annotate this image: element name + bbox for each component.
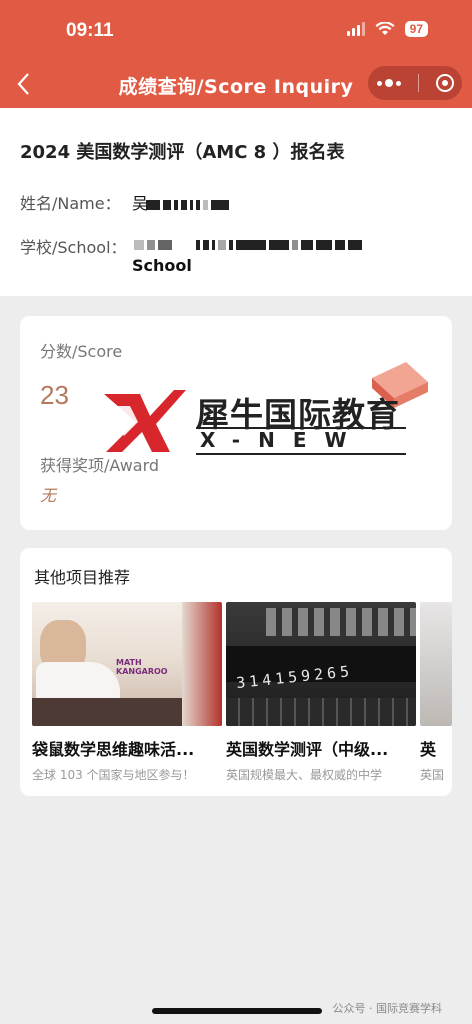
recommendations-card: 其他项目推荐 MATH KANGAROO 袋鼠数学思维趣味活... 全球 103…	[20, 548, 452, 796]
wifi-icon	[375, 22, 395, 35]
capsule-divider	[417, 74, 419, 92]
recommend-item-desc: 英国规模最大、最权威的中学	[226, 768, 383, 782]
mini-program-capsule	[368, 66, 462, 100]
recommend-image: MATH KANGAROO	[32, 602, 222, 726]
award-label: 获得奖项/Award	[40, 456, 160, 475]
watermark-text-en: X-NEW	[200, 428, 365, 452]
recommend-image-caption: MATH KANGAROO	[116, 658, 168, 676]
top-bar: 09:11 97 成绩查询/Score Inquiry	[0, 0, 472, 108]
award-value: 无	[40, 486, 57, 505]
score-label: 分数/Score	[40, 342, 123, 361]
close-mini-program-button[interactable]	[435, 74, 454, 92]
school-label: 学校/School：	[20, 238, 127, 257]
battery-indicator: 97	[404, 21, 428, 37]
recommend-item-name: 英	[420, 740, 437, 759]
school-value: School	[132, 256, 192, 275]
recommend-item[interactable]: 英 英国	[420, 602, 452, 783]
recommendations-title: 其他项目推荐	[34, 568, 131, 587]
recommend-image	[420, 602, 452, 726]
footer-watermark: 公众号 · 国际竞赛学科	[332, 1002, 443, 1015]
recommend-image: 314159265	[226, 602, 416, 726]
recommend-item-name: 袋鼠数学思维趣味活...	[32, 740, 195, 759]
recommend-item-desc: 全球 103 个国家与地区参与！	[32, 768, 195, 782]
more-menu-button[interactable]	[376, 79, 401, 87]
home-indicator[interactable]	[152, 1008, 322, 1014]
status-icons: 97	[346, 21, 428, 37]
recommend-item-desc: 英国	[420, 768, 445, 782]
signal-icon	[346, 22, 365, 36]
form-title: 2024 美国数学测评（AMC 8 ）报名表	[20, 142, 345, 163]
recommend-item-name: 英国数学测评（中级...	[226, 740, 389, 759]
registration-info-card: 2024 美国数学测评（AMC 8 ）报名表 姓名/Name： 吴 学校/Sch…	[0, 108, 472, 296]
status-time: 09:11	[66, 20, 114, 41]
name-label: 姓名/Name：	[20, 194, 121, 213]
score-card: 分数/Score 23 犀牛国际教育 X-NEW 获得奖项/Award 无	[20, 316, 452, 530]
name-redaction-mosaic	[146, 200, 229, 210]
school-redaction-mosaic	[134, 240, 362, 250]
recommend-item[interactable]: 314159265 英国数学测评（中级... 英国规模最大、最权威的中学	[226, 602, 416, 783]
watermark-rule-bottom	[196, 453, 406, 455]
recommend-item[interactable]: MATH KANGAROO 袋鼠数学思维趣味活... 全球 103 个国家与地区…	[32, 602, 222, 783]
score-value: 23	[40, 380, 69, 410]
xnew-logo-icon	[104, 390, 186, 452]
